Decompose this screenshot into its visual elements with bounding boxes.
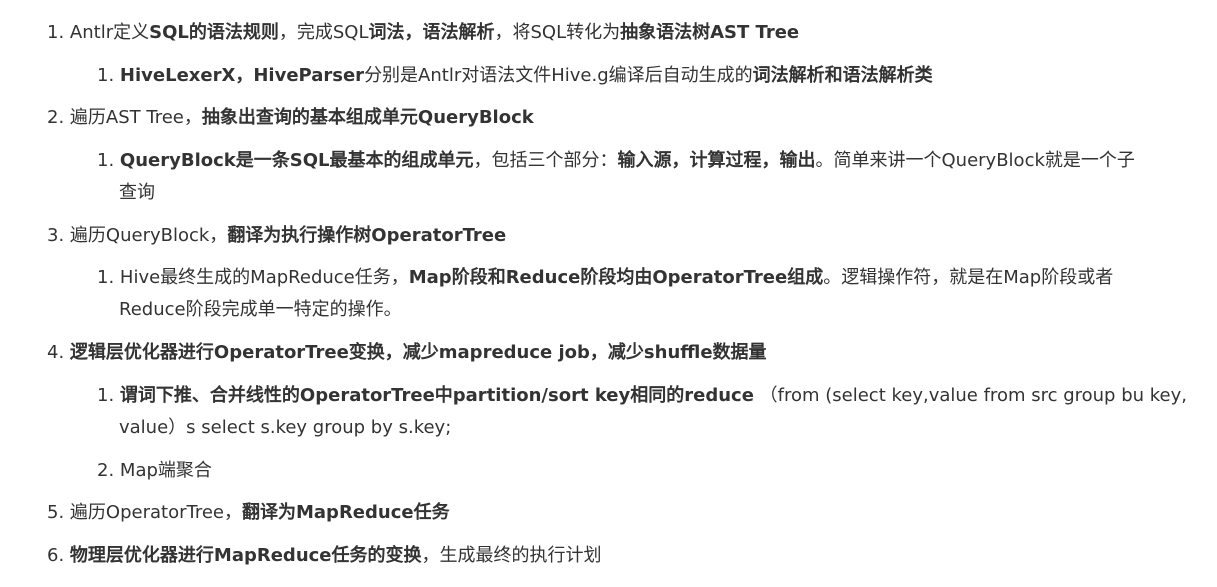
sub-list-item: 2. Map端聚合 [97,458,212,484]
sub-list-number: 1. [97,150,115,171]
sub-list-item: 1. HiveLexerX，HiveParser分别是Antlr对语法文件Hiv… [97,63,933,89]
list-text-bold: 词法，语法解析 [368,22,495,43]
list-number: 2. [47,107,65,128]
list-number: 1. [47,22,65,43]
list-text: Reduce阶段完成单一特定的操作。 [119,299,402,320]
list-text-bold: HiveLexerX，HiveParser [119,65,365,86]
sub-list-item-continuation: 查询 [119,180,155,206]
list-text: Map端聚合 [119,460,212,481]
list-item: 4. 逻辑层优化器进行OperatorTree变换，减少mapreduce jo… [47,340,767,366]
sub-list-number: 1. [97,65,115,86]
list-text-bold: 词法解析和语法解析类 [752,65,933,86]
sub-list-number: 1. [97,385,115,406]
article-body: 1. Antlr定义SQL的语法规则，完成SQL词法，语法解析，将SQL转化为抽… [0,0,1217,587]
list-text: ，生成最终的执行计划 [421,545,602,566]
sub-list-item-continuation: Reduce阶段完成单一特定的操作。 [119,297,402,323]
list-item: 3. 遍历QueryBlock，翻译为执行操作树OperatorTree [47,223,506,249]
list-text: ，包括三个部分： [473,150,618,171]
list-item: 2. 遍历AST Tree，抽象出查询的基本组成单元QueryBlock [47,105,534,131]
list-text-bold: QueryBlock是一条SQL最基本的组成单元 [119,150,474,171]
list-text-bold: SQL的语法规则 [149,22,279,43]
list-text: 。逻辑操作符，就是在Map阶段或者 [823,267,1114,288]
list-text: ，将SQL转化为 [494,22,621,43]
list-text-bold: 谓词下推、合并线性的OperatorTree中partition/sort ke… [119,385,754,406]
list-text: Hive最终生成的MapReduce任务， [119,267,409,288]
list-text: Antlr定义 [69,22,150,43]
list-text-bold: 抽象语法树AST Tree [620,22,800,43]
list-text: 查询 [119,182,155,203]
list-text: value）s select s.key group by s.key; [119,417,452,438]
list-text-bold: 物理层优化器进行MapReduce任务的变换 [69,545,422,566]
list-item: 6. 物理层优化器进行MapReduce任务的变换，生成最终的执行计划 [47,543,602,569]
list-text: （from (select key,value from src group b… [753,385,1187,406]
list-text: 。简单来讲一个QueryBlock就是一个子 [815,150,1135,171]
list-number: 5. [47,502,65,523]
sub-list-item: 1. Hive最终生成的MapReduce任务，Map阶段和Reduce阶段均由… [97,265,1113,291]
sub-list-number: 1. [97,267,115,288]
list-text-bold: Map阶段和Reduce阶段均由OperatorTree组成 [408,267,824,288]
list-number: 4. [47,342,65,363]
sub-list-item-continuation: value）s select s.key group by s.key; [119,415,451,441]
list-item: 5. 遍历OperatorTree，翻译为MapReduce任务 [47,500,450,526]
list-text: 遍历OperatorTree， [69,502,242,523]
list-text-bold: 翻译为执行操作树OperatorTree [227,225,507,246]
list-number: 3. [47,225,65,246]
list-number: 6. [47,545,65,566]
sub-list-item: 1. 谓词下推、合并线性的OperatorTree中partition/sort… [97,383,1187,409]
list-text-bold: 翻译为MapReduce任务 [242,502,450,523]
list-item: 1. Antlr定义SQL的语法规则，完成SQL词法，语法解析，将SQL转化为抽… [47,20,799,46]
sub-list-item: 1. QueryBlock是一条SQL最基本的组成单元，包括三个部分：输入源，计… [97,148,1135,174]
list-text-bold: 输入源，计算过程，输出 [617,150,816,171]
list-text: 遍历AST Tree， [69,107,202,128]
list-text-bold: 逻辑层优化器进行OperatorTree变换，减少mapreduce job，减… [69,342,767,363]
sub-list-number: 2. [97,460,115,481]
list-text: 遍历QueryBlock， [69,225,228,246]
list-text: 分别是Antlr对语法文件Hive.g编译后自动生成的 [364,65,753,86]
list-text-bold: 抽象出查询的基本组成单元QueryBlock [201,107,534,128]
list-text: ，完成SQL [278,22,369,43]
